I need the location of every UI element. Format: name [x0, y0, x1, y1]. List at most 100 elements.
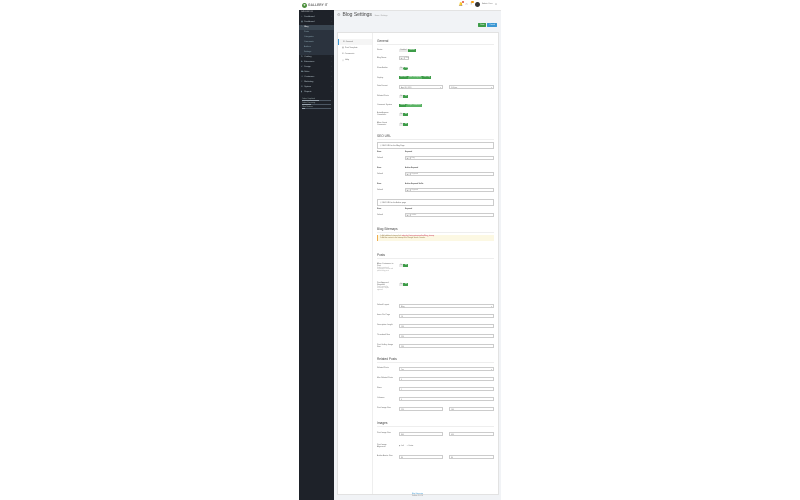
progress-bar — [302, 104, 331, 106]
col-store-3: Store — [377, 183, 382, 185]
approve-toggle[interactable]: No Yes — [399, 112, 409, 116]
notification-icon[interactable]: 🔔 1 — [459, 1, 465, 6]
related-r2-label: Max Related Posts — [377, 377, 393, 379]
related-enable-select[interactable]: Yes — [399, 367, 494, 372]
notification-badge: 1 — [462, 1, 465, 4]
related-r4-label: Columns — [377, 397, 385, 399]
tab-help[interactable]: ⓘ Help — [338, 57, 372, 63]
logo[interactable]: ❖ GALLERY IT — [302, 2, 328, 8]
images-i3-label: Author Avatar Size — [377, 455, 393, 457]
sidebar-item[interactable]: ✎ Blog › — [299, 24, 334, 30]
sitemap-link[interactable]: index.php?route=extension/feed/blog_site… — [402, 236, 435, 237]
time-format-select[interactable]: 5:00 pm — [449, 85, 494, 90]
seo-author-suffix-input[interactable]: ⚑ Keyword — [405, 188, 494, 192]
blog-name-input[interactable]: ⚑ Blog — [399, 56, 409, 60]
cancel-button[interactable]: Cancel — [487, 23, 497, 27]
sidebar-item-label: Design — [304, 66, 311, 68]
description-length-input[interactable]: 150 — [399, 324, 494, 328]
related-columns-input[interactable]: 4 — [399, 397, 494, 401]
col-keyword: Keyword — [405, 151, 413, 153]
display-option-title[interactable]: Title Only — [422, 76, 432, 79]
display-option-short[interactable]: Short Description — [407, 76, 423, 79]
store-default-4: Default — [377, 214, 383, 216]
section-sitemap: Blog Sitemaps — [377, 227, 494, 233]
avatar[interactable] — [474, 1, 480, 7]
thumbnail-size-input[interactable]: 220 — [399, 334, 494, 338]
help-badge: 3 — [471, 1, 474, 4]
align-left-radio[interactable]: ◉ Left — [399, 445, 404, 447]
images-i2-label: Post Image Alignment — [377, 444, 387, 449]
sidebar-stats: Orders Completed Orders Processing Other S… — [302, 99, 331, 110]
section-images: Images — [377, 421, 494, 427]
home-icon: ⌂ — [301, 15, 303, 18]
seo-blog-keyword-input[interactable]: ⚑ blog — [405, 156, 494, 160]
progress-fill — [302, 100, 320, 102]
avatar-height-input[interactable]: 80 — [449, 455, 494, 459]
related-image-width-input[interactable]: 220 — [399, 407, 443, 411]
related-image-height-input[interactable]: 140 — [449, 407, 494, 411]
logo-text: GALLERY IT — [308, 3, 328, 7]
gear-icon: ⚙ — [301, 85, 303, 88]
posts-f3-label: Default Layout — [377, 304, 390, 306]
main-content: ⚙ Blog Settings Home / Settings Save Can… — [334, 10, 501, 500]
store-default-3: Default — [377, 189, 383, 191]
settings-panel: ⚙ General ▤ Post Template ✉ Comments ⓘ Help … — [337, 32, 499, 495]
chevron-right-icon: › — [331, 76, 332, 78]
default-layout-select[interactable]: Blog — [399, 304, 494, 309]
display-label: Display — [377, 76, 384, 79]
display-segmented[interactable]: Full Post Short Description Title Only — [399, 76, 432, 79]
sidebar-item[interactable]: ▮ Reports › — [299, 90, 334, 95]
comment-system-segmented[interactable]: Default Disqus Comments — [399, 103, 422, 107]
share-icon: ⇪ — [301, 80, 303, 83]
save-button[interactable]: Save — [478, 23, 487, 27]
items-per-page-input[interactable]: 10 — [399, 314, 494, 318]
avatar-width-input[interactable]: 80 — [399, 455, 443, 459]
cart-icon: ⛟ — [301, 70, 304, 73]
post-image-height-input[interactable]: 450 — [449, 432, 494, 436]
app-window: ❖ GALLERY IT 🔔 1 ⌂ ? 3 Admin User ⏻ NAVIGA… — [299, 0, 501, 500]
post-approval-toggle[interactable]: No Yes — [399, 282, 409, 286]
max-related-input[interactable]: 4 — [399, 377, 494, 381]
related-posts-toggle[interactable]: No Yes — [399, 94, 409, 98]
customer-post-toggle[interactable]: No Yes — [399, 263, 409, 267]
logout-icon[interactable]: ⏻ — [495, 3, 497, 6]
seo-author-keyword-input[interactable]: ⚑ Keyword — [405, 172, 494, 176]
col-store: Store — [377, 151, 382, 153]
posts-f6-label: Thumbnail Size — [377, 334, 391, 336]
posts-f2-label: Post Approval Required Posts created by c… — [377, 282, 390, 292]
chevron-right-icon: › — [331, 16, 332, 18]
status-toggle[interactable]: Disabled Enabled — [399, 48, 416, 52]
help-icon[interactable]: ? 3 — [470, 1, 474, 6]
seo-author-page-input[interactable]: ⚑ author — [405, 213, 494, 217]
gallery-size-input[interactable]: 250 — [399, 344, 494, 348]
seo-notice-author: ⓘ SEO URL for the Author page — [377, 199, 494, 206]
store-icon[interactable]: ⌂ — [465, 2, 467, 6]
user-icon: ☺ — [301, 75, 304, 78]
posts-f5-label: Description Length — [377, 324, 393, 326]
images-i1-label: Post Image Size — [377, 432, 391, 434]
breadcrumb[interactable]: Home / Settings — [375, 15, 388, 17]
file-icon: ▤ — [342, 47, 344, 49]
show-author-toggle[interactable]: No Yes — [399, 66, 409, 70]
date-format-select[interactable]: April 20, 2019 — [399, 85, 443, 90]
comment-option-disqus[interactable]: Disqus Comments — [406, 103, 422, 107]
comment-option-default[interactable]: Default — [399, 103, 407, 107]
related-rows-input[interactable]: 1 — [399, 387, 494, 391]
display-option-full[interactable]: Full Post — [399, 76, 408, 79]
sidebar-stat: Orders Processing — [302, 103, 331, 106]
progress-bar — [302, 108, 331, 110]
show-author-label: Show Author — [377, 67, 388, 69]
posts-f1-label: Allow Customers to Post Enable registered… — [377, 263, 394, 273]
user-name[interactable]: Admin User — [482, 3, 492, 5]
sidebar-item-label: Blog — [304, 26, 309, 28]
chevron-right-icon: › — [331, 71, 332, 73]
guest-toggle[interactable]: No Yes — [399, 122, 409, 126]
footer: Blog Extension Version 3.0.2.0 — [334, 493, 501, 497]
section-general: General — [377, 39, 494, 45]
post-image-width-input[interactable]: 800 — [399, 432, 443, 436]
posts-f7-label: Post Gallery Image Size — [377, 344, 394, 349]
section-posts: Posts — [377, 253, 494, 259]
sidebar-stat: Other Statuses — [302, 107, 331, 110]
page-title: Blog Settings — [342, 12, 372, 18]
align-center-radio[interactable]: ○ Center — [407, 445, 414, 447]
